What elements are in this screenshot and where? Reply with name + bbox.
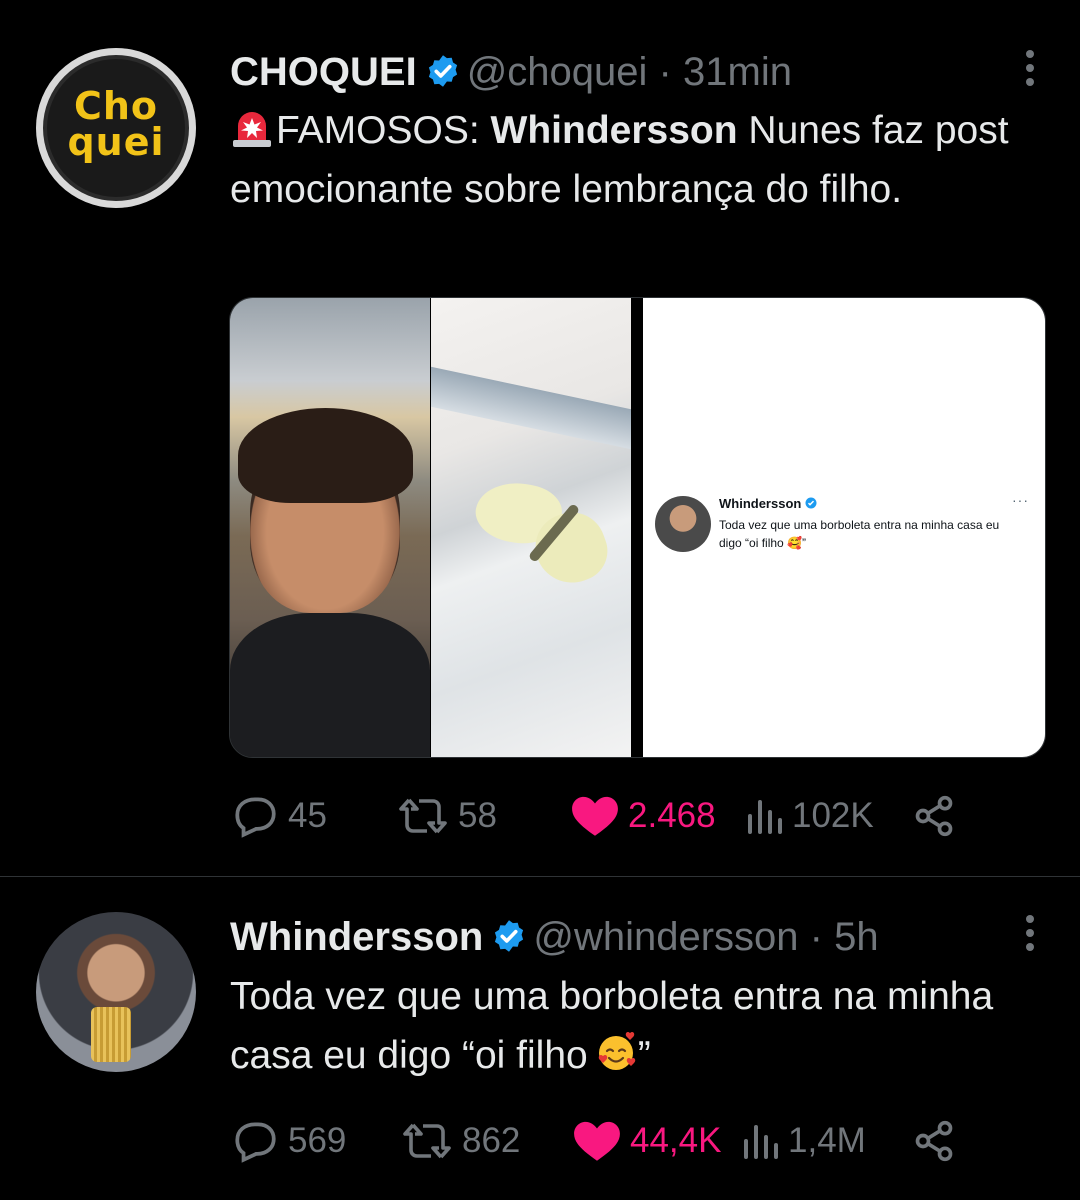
retweet-count: 862 — [462, 1121, 521, 1160]
tweet-time[interactable]: 31min — [683, 50, 792, 94]
reply-count: 45 — [288, 796, 327, 835]
verified-badge-icon — [491, 917, 527, 965]
embed-more-icon: ··· — [1012, 492, 1029, 508]
retweet-count: 58 — [458, 796, 497, 835]
retweet-button[interactable]: 58 — [396, 786, 497, 846]
views-button[interactable]: 1,4M — [740, 1111, 866, 1171]
share-icon — [915, 795, 953, 837]
share-button[interactable] — [912, 786, 956, 846]
media-grid[interactable]: Whindersson ··· Toda vez que uma borbole… — [229, 297, 1046, 758]
tweet-header: Whindersson @whindersson · 5h — [230, 913, 879, 965]
photo-man[interactable] — [230, 298, 430, 757]
like-button[interactable]: 2.468 — [570, 786, 716, 846]
more-icon[interactable] — [1024, 915, 1036, 957]
reply-icon — [235, 1122, 276, 1163]
retweet-icon — [399, 798, 447, 834]
author-handle[interactable]: @whindersson — [533, 915, 798, 959]
author-name[interactable]: Whindersson — [230, 915, 483, 959]
choquei-logo: Cho quei — [67, 84, 165, 164]
verified-badge-icon — [425, 52, 461, 100]
embed-avatar — [655, 496, 711, 552]
like-count: 2.468 — [628, 796, 716, 835]
tweet-text: Toda vez que uma borboleta entra na minh… — [230, 975, 994, 1077]
views-count: 1,4M — [788, 1121, 866, 1160]
reply-button[interactable]: 569 — [230, 1111, 346, 1171]
author-name[interactable]: CHOQUEI — [230, 50, 417, 94]
heart-icon — [574, 1121, 620, 1161]
like-button[interactable]: 44,4K — [572, 1111, 721, 1171]
author-handle[interactable]: @choquei — [467, 50, 648, 94]
share-button[interactable] — [912, 1111, 956, 1171]
views-icon — [744, 1125, 778, 1159]
views-count: 102K — [792, 796, 874, 835]
reply-icon — [235, 797, 276, 838]
photo-butterfly[interactable] — [431, 298, 631, 757]
separator-dot: · — [658, 50, 672, 94]
share-icon — [915, 1120, 953, 1162]
embed-author-name: Whindersson — [719, 496, 817, 511]
views-icon — [748, 800, 782, 834]
smiling-hearts-emoji-icon — [594, 1030, 638, 1074]
tweet-header: CHOQUEI @choquei · 31min — [230, 48, 792, 100]
separator-dot: · — [809, 915, 823, 959]
embed-text: Toda vez que uma borboleta entra na minh… — [719, 518, 1000, 550]
avatar-choquei[interactable]: Cho quei — [36, 48, 196, 208]
tweet-actions: 569 862 44,4K 1,4M — [230, 1111, 990, 1171]
reply-button[interactable]: 45 — [230, 786, 327, 846]
tweet-time[interactable]: 5h — [834, 915, 879, 959]
tweet-actions: 45 58 2.468 102K — [230, 786, 990, 846]
tweet-choquei[interactable]: Cho quei CHOQUEI @choquei · 31min FAMOSO… — [0, 0, 1080, 876]
avatar-whindersson[interactable] — [36, 912, 196, 1072]
tweet-divider — [0, 876, 1080, 877]
more-icon[interactable] — [1024, 50, 1036, 92]
tweet-text: FAMOSOS: Whindersson Nunes faz post emoc… — [230, 101, 1030, 219]
views-button[interactable]: 102K — [744, 786, 874, 846]
heart-icon — [572, 796, 618, 836]
siren-emoji-icon — [230, 106, 274, 147]
reply-count: 569 — [288, 1121, 347, 1160]
mention-bold: Whindersson — [490, 109, 738, 152]
retweet-icon — [403, 1123, 451, 1159]
embedded-tweet-screenshot[interactable]: Whindersson ··· Toda vez que uma borbole… — [643, 298, 1045, 757]
retweet-button[interactable]: 862 — [400, 1111, 520, 1171]
like-count: 44,4K — [630, 1121, 722, 1160]
